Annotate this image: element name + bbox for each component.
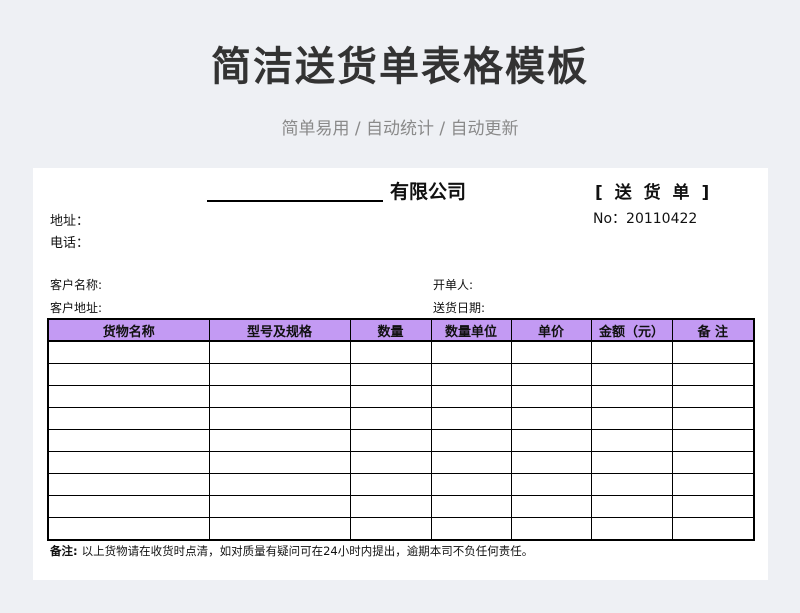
table-cell[interactable] [590, 363, 673, 386]
company-suffix: 有限公司 [390, 181, 467, 203]
table-cell[interactable] [349, 451, 432, 474]
table-cell[interactable] [430, 495, 512, 518]
issuer-label: 开单人: [433, 278, 474, 292]
table-cell[interactable] [510, 451, 592, 474]
table-cell[interactable] [208, 451, 351, 474]
table-cell[interactable] [430, 429, 512, 452]
table-row [47, 385, 755, 408]
table-cell[interactable] [349, 517, 432, 541]
table-cell[interactable] [208, 473, 351, 496]
table-cell[interactable] [208, 429, 351, 452]
document-number: No：20110422 [593, 211, 698, 227]
table-cell[interactable] [590, 473, 673, 496]
table-cell[interactable] [671, 495, 755, 518]
table-cell[interactable] [590, 340, 673, 364]
table-cell[interactable] [47, 363, 210, 386]
table-cell[interactable] [208, 495, 351, 518]
table-cell[interactable] [671, 451, 755, 474]
table-cell[interactable] [47, 451, 210, 474]
table-cell[interactable] [671, 407, 755, 430]
table-cell[interactable] [510, 363, 592, 386]
page-subtitle: 简单易用 / 自动统计 / 自动更新 [281, 119, 519, 139]
table-cell[interactable] [671, 517, 755, 541]
table-cell[interactable] [349, 473, 432, 496]
page-title: 简洁送货单表格模板 [211, 44, 589, 90]
table-body [47, 340, 755, 541]
customer-name-label: 客户名称: [50, 278, 103, 292]
goods-table: 货物名称 型号及规格 数量 数量单位 单价 金额（元） 备 注 [47, 318, 755, 541]
table-cell[interactable] [671, 363, 755, 386]
table-header-row: 货物名称 型号及规格 数量 数量单位 单价 金额（元） 备 注 [47, 318, 755, 342]
table-cell[interactable] [671, 385, 755, 408]
table-cell[interactable] [208, 385, 351, 408]
table-cell[interactable] [510, 340, 592, 364]
col-quantity: 数量 [349, 318, 432, 342]
table-row [47, 363, 755, 386]
delivery-note-sheet: 有限公司 [ 送 货 单 ] No：20110422 地址： 电话： 客户名称:… [33, 168, 768, 580]
table-cell[interactable] [590, 385, 673, 408]
table-cell[interactable] [47, 385, 210, 408]
table-cell[interactable] [349, 407, 432, 430]
col-model-spec: 型号及规格 [208, 318, 351, 342]
table-cell[interactable] [510, 407, 592, 430]
table-cell[interactable] [590, 429, 673, 452]
table-cell[interactable] [47, 473, 210, 496]
phone-label: 电话： [50, 236, 90, 251]
col-goods-name: 货物名称 [47, 318, 210, 342]
table-cell[interactable] [47, 407, 210, 430]
table-cell[interactable] [510, 473, 592, 496]
table-cell[interactable] [671, 429, 755, 452]
table-cell[interactable] [208, 363, 351, 386]
note-text: 以上货物请在收货时点清，如对质量有疑问可在24小时内提出，逾期本司不负任何责任。 [81, 544, 534, 558]
table-cell[interactable] [208, 517, 351, 541]
company-name-blank[interactable] [207, 178, 383, 202]
table-cell[interactable] [510, 385, 592, 408]
table-cell[interactable] [590, 407, 673, 430]
table-cell[interactable] [208, 340, 351, 364]
table-row [47, 451, 755, 474]
document-type: [ 送 货 单 ] [595, 183, 713, 203]
table-cell[interactable] [510, 495, 592, 518]
footnote: 备注: 以上货物请在收货时点清，如对质量有疑问可在24小时内提出，逾期本司不负任何… [50, 543, 533, 559]
note-label: 备注: [50, 544, 78, 558]
table-cell[interactable] [430, 451, 512, 474]
table-row [47, 517, 755, 541]
table-row [47, 407, 755, 430]
table-cell[interactable] [430, 407, 512, 430]
table-row [47, 495, 755, 518]
table-cell[interactable] [590, 517, 673, 541]
col-unit-price: 单价 [510, 318, 592, 342]
table-cell[interactable] [430, 340, 512, 364]
table-cell[interactable] [671, 340, 755, 364]
table-row [47, 340, 755, 364]
table-cell[interactable] [590, 495, 673, 518]
table-cell[interactable] [590, 451, 673, 474]
table-cell[interactable] [349, 385, 432, 408]
table-cell[interactable] [349, 340, 432, 364]
table-cell[interactable] [430, 385, 512, 408]
customer-address-label: 客户地址: [50, 301, 103, 315]
table-cell[interactable] [349, 363, 432, 386]
table-cell[interactable] [47, 429, 210, 452]
table-row [47, 473, 755, 496]
table-cell[interactable] [510, 517, 592, 541]
col-amount: 金额（元） [590, 318, 673, 342]
table-cell[interactable] [510, 429, 592, 452]
table-cell[interactable] [430, 517, 512, 541]
table-cell[interactable] [349, 495, 432, 518]
table-cell[interactable] [47, 495, 210, 518]
address-label: 地址： [50, 214, 90, 229]
table-cell[interactable] [430, 473, 512, 496]
table-cell[interactable] [47, 340, 210, 364]
table-cell[interactable] [430, 363, 512, 386]
col-remarks: 备 注 [671, 318, 755, 342]
table-cell[interactable] [349, 429, 432, 452]
table-row [47, 429, 755, 452]
col-unit: 数量单位 [430, 318, 512, 342]
table-cell[interactable] [208, 407, 351, 430]
table-cell[interactable] [47, 517, 210, 541]
delivery-date-label: 送货日期: [433, 301, 486, 315]
table-cell[interactable] [671, 473, 755, 496]
